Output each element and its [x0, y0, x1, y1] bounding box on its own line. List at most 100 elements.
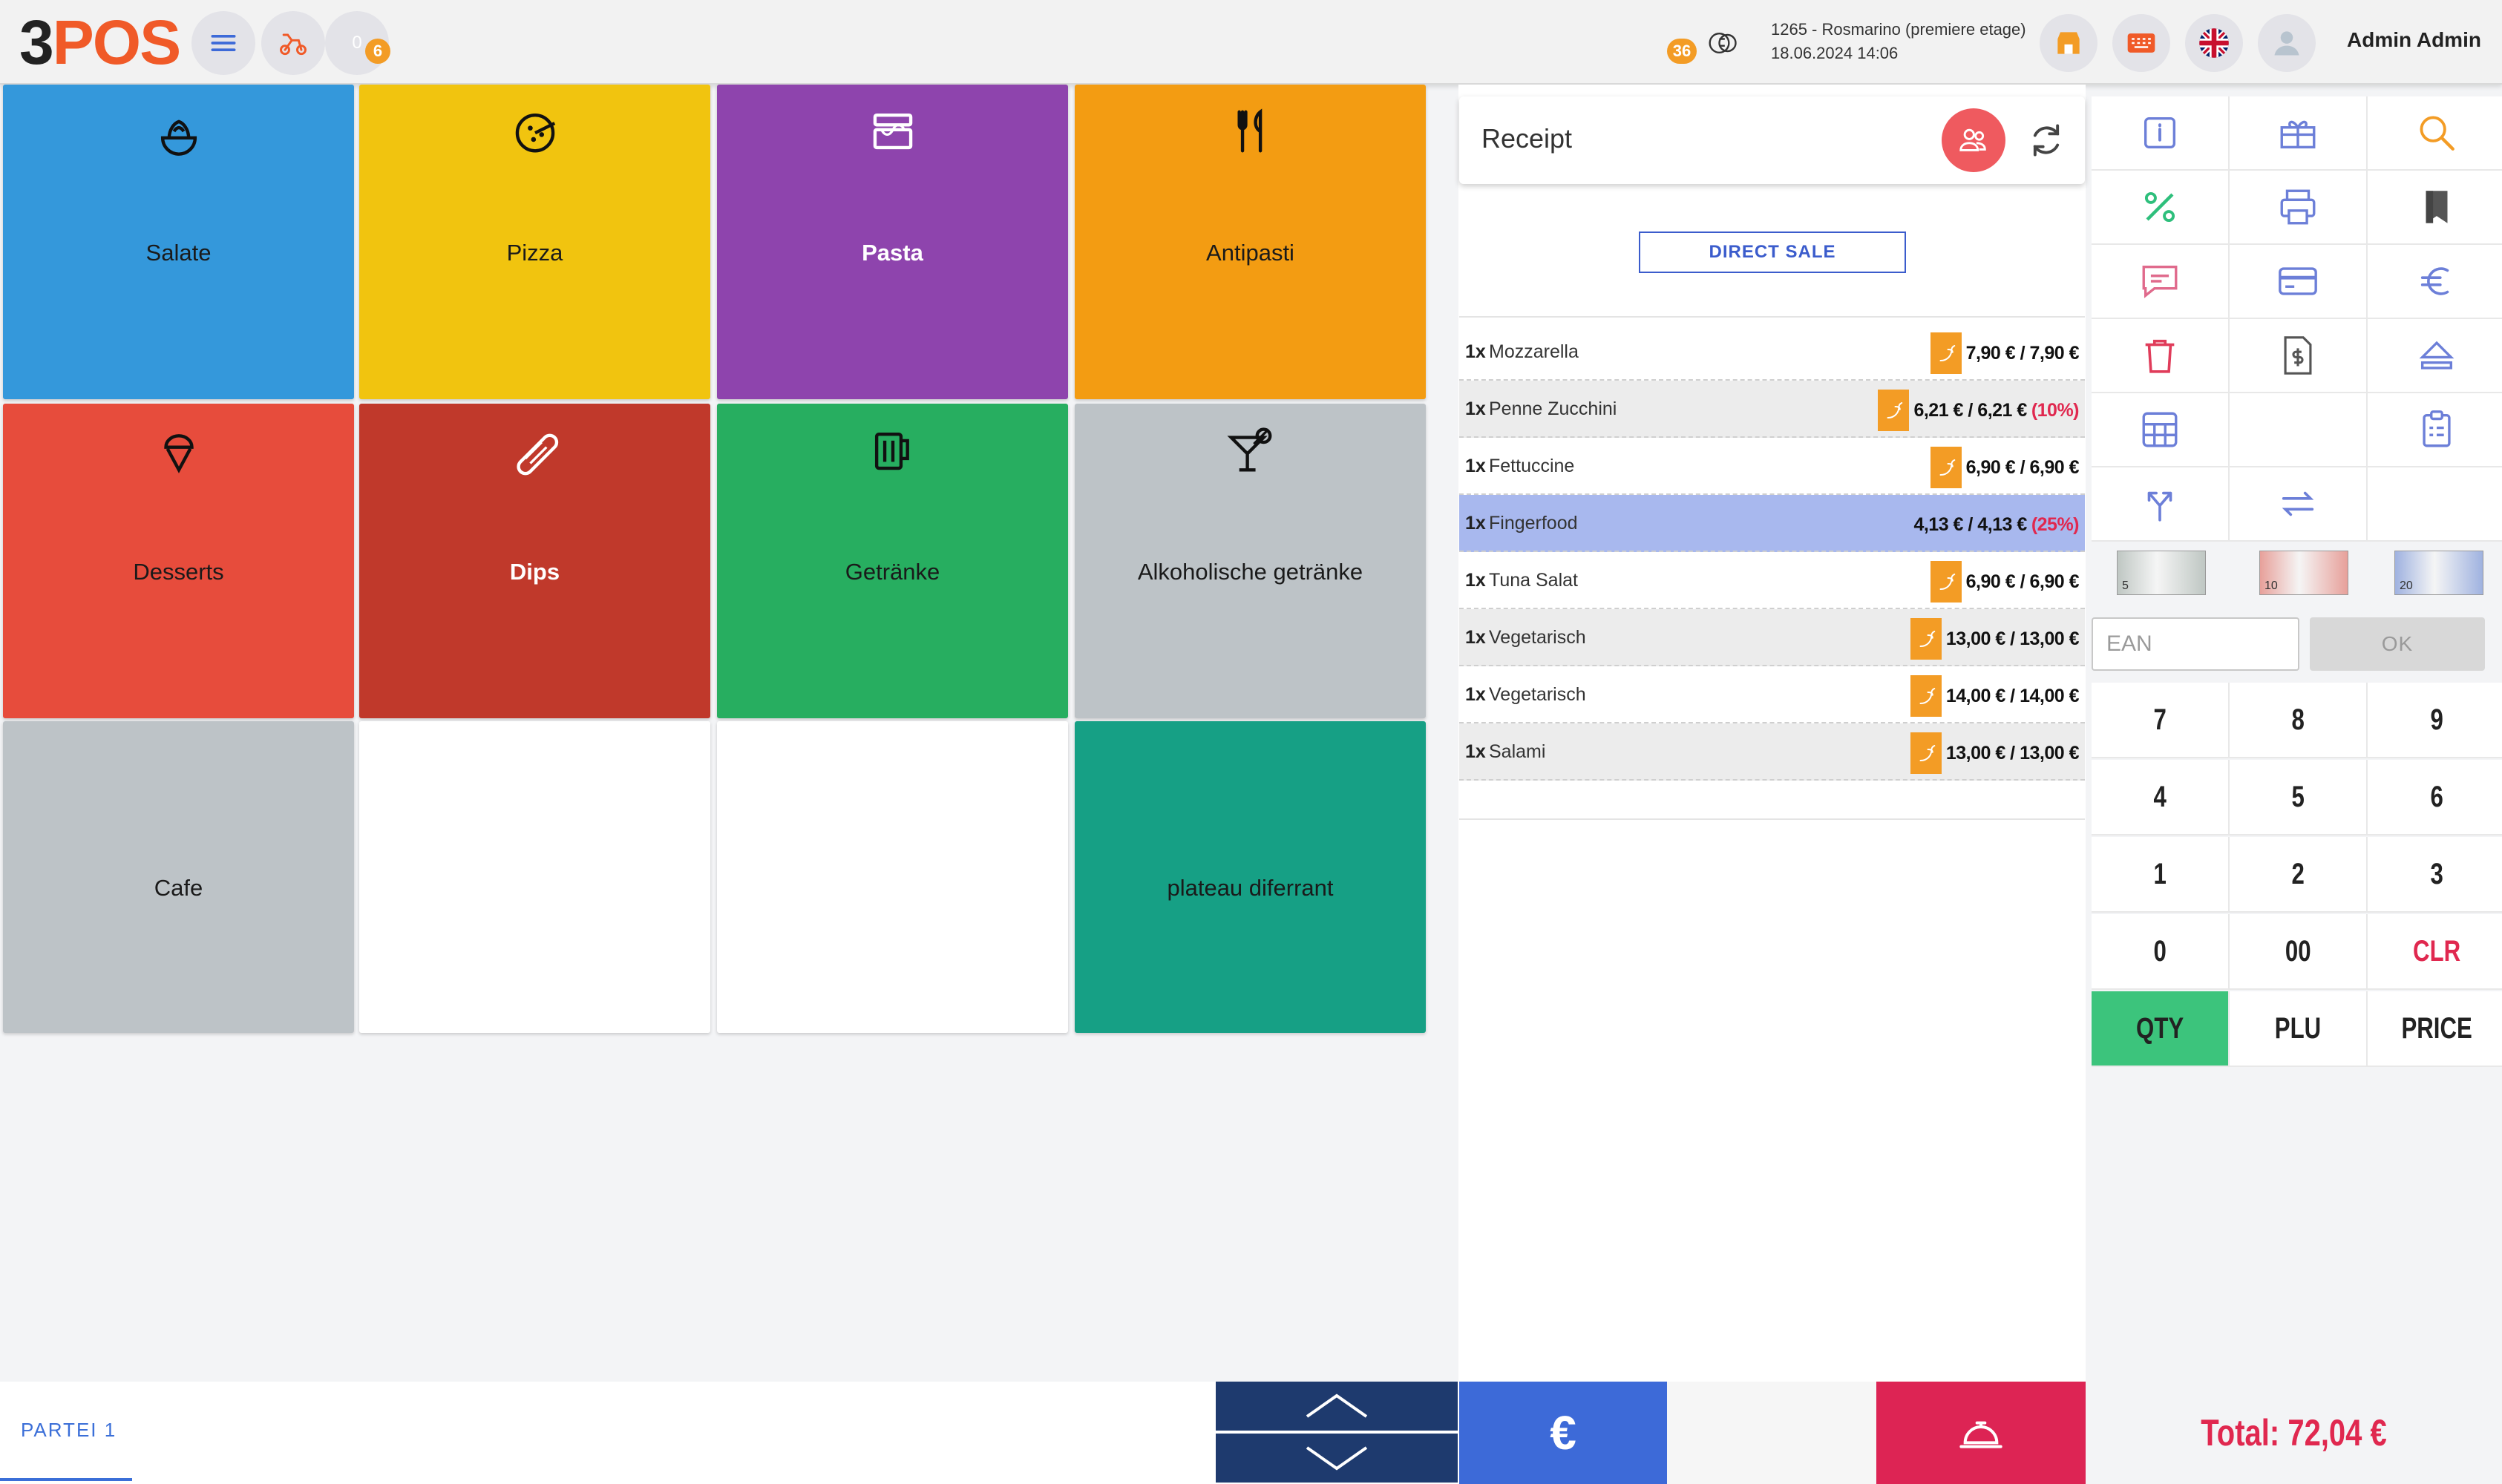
keyboard-button[interactable]: [2112, 14, 2170, 72]
cash-button[interactable]: [2368, 245, 2502, 319]
category-label: Dips: [509, 559, 560, 585]
category-tile[interactable]: Desserts: [3, 404, 354, 718]
item-name: Fingerfood: [1489, 513, 1578, 533]
item-price-value: 13,00 € / 13,00 €: [1945, 628, 2080, 649]
ean-ok-button[interactable]: OK: [2310, 617, 2485, 671]
invoice-button[interactable]: [2230, 319, 2368, 393]
print-button[interactable]: [2230, 171, 2368, 245]
category-tile[interactable]: Alkoholische getränke: [1075, 404, 1426, 718]
item-name: Tuna Salat: [1489, 570, 1578, 591]
category-tile[interactable]: Pizza: [359, 85, 710, 399]
clipboard-button[interactable]: [2368, 393, 2502, 467]
keypad-key[interactable]: 1: [2092, 837, 2230, 913]
keypad-key[interactable]: 5: [2230, 760, 2368, 835]
key-label: 3: [2430, 857, 2443, 890]
empty-action-button[interactable]: [1667, 1382, 1876, 1484]
scroll-up-button[interactable]: [1216, 1382, 1458, 1431]
location-info: 1265 - Rosmarino (premiere etage) 18.06.…: [1771, 18, 2026, 65]
receipt-item[interactable]: 1x Mozzarella 7,90 € / 7,90 €: [1459, 324, 2085, 381]
item-discount: (10%): [2031, 400, 2080, 421]
keypad-key[interactable]: 3: [2368, 837, 2502, 913]
category-tile[interactable]: Dips: [359, 404, 710, 718]
key-label: 1: [2153, 857, 2167, 890]
item-price: 6,21 € / 6,21 € (10%): [1913, 400, 2079, 421]
category-tile: [717, 721, 1068, 1033]
receipt-item[interactable]: 1x Vegetarisch 14,00 € / 14,00 €: [1459, 666, 2085, 723]
discount-button[interactable]: [2092, 171, 2230, 245]
keypad-key[interactable]: PLU: [2230, 991, 2368, 1067]
split-button[interactable]: [2092, 467, 2230, 542]
gift-button[interactable]: [2230, 96, 2368, 171]
keyboard-icon: [2127, 33, 2155, 53]
current-datetime: 18.06.2024 14:06: [1771, 44, 1899, 62]
category-tile[interactable]: Getränke: [717, 404, 1068, 718]
receipt-item[interactable]: 1x Tuna Salat 6,90 € / 6,90 €: [1459, 552, 2085, 609]
delete-button[interactable]: [2092, 319, 2230, 393]
language-button[interactable]: [2185, 14, 2243, 72]
open-drawer-button[interactable]: [2368, 319, 2502, 393]
comment-button[interactable]: [2092, 245, 2230, 319]
payment-button[interactable]: €: [1459, 1382, 1667, 1484]
transfer-button[interactable]: [2230, 467, 2368, 542]
receipt-item[interactable]: 1x Fettuccine 6,90 € / 6,90 €: [1459, 438, 2085, 495]
customer-button[interactable]: [1942, 108, 2005, 172]
keypad-key[interactable]: QTY: [2092, 991, 2230, 1067]
keypad-key[interactable]: 2: [2230, 837, 2368, 913]
category-tile[interactable]: Salate: [3, 85, 354, 399]
store-icon: [2057, 32, 2080, 54]
menu-button[interactable]: [191, 11, 255, 75]
banknote-button[interactable]: 5: [2117, 551, 2206, 595]
keypad-key[interactable]: 0: [2092, 914, 2230, 990]
receipt-item[interactable]: 1x Fingerfood 4,13 € / 4,13 € (25%): [1459, 495, 2085, 552]
search-icon: [2420, 116, 2454, 151]
keypad-key[interactable]: 4: [2092, 760, 2230, 835]
refresh-button[interactable]: [2023, 117, 2069, 163]
direct-sale-button[interactable]: DIRECT SALE: [1639, 232, 1906, 273]
search-button[interactable]: [2368, 96, 2502, 171]
category-tile[interactable]: plateau diferrant: [1075, 721, 1426, 1033]
gift-icon: [2280, 120, 2316, 149]
ean-input[interactable]: [2092, 617, 2299, 671]
banknote-button[interactable]: 20: [2394, 551, 2483, 595]
keypad-key[interactable]: PRICE: [2368, 991, 2502, 1067]
keypad-key[interactable]: 00: [2230, 914, 2368, 990]
bookmark-button[interactable]: [2368, 171, 2502, 245]
scroll-down-button[interactable]: [1216, 1434, 1458, 1483]
send-order-button[interactable]: [1876, 1382, 2086, 1484]
terminal-button[interactable]: [1695, 15, 1752, 71]
keypad-key[interactable]: CLR: [2368, 914, 2502, 990]
category-tile[interactable]: Cafe: [3, 721, 354, 1033]
item-price-value: 6,21 € / 6,21 €: [1913, 400, 2027, 421]
store-button[interactable]: [2040, 14, 2097, 72]
transfer-icon: [2282, 491, 2314, 516]
item-quantity: 1x: [1465, 341, 1486, 362]
item-quantity: 1x: [1465, 456, 1486, 476]
invoice-icon: [2284, 336, 2312, 375]
printer-icon: [2280, 189, 2316, 225]
delivery-button[interactable]: [261, 11, 325, 75]
keypad-key[interactable]: 6: [2368, 760, 2502, 835]
keypad-key[interactable]: 7: [2092, 683, 2230, 758]
info-button[interactable]: [2092, 96, 2230, 171]
category-label: Desserts: [133, 559, 224, 585]
item-name: Salami: [1489, 741, 1546, 762]
category-label: plateau diferrant: [1167, 875, 1334, 901]
card-payment-button[interactable]: [2230, 245, 2368, 319]
key-label: 4: [2153, 780, 2167, 813]
receipt-item[interactable]: 1x Penne Zucchini 6,21 € / 6,21 € (10%): [1459, 381, 2085, 438]
receipt-item[interactable]: 1x Salami 13,00 € / 13,00 €: [1459, 723, 2085, 781]
banknote-button[interactable]: 10: [2259, 551, 2348, 595]
category-tile[interactable]: Pasta: [717, 85, 1068, 399]
orders-badge: 6: [365, 39, 390, 64]
party-tab[interactable]: PARTEI 1: [21, 1419, 117, 1442]
user-avatar-button[interactable]: [2258, 14, 2316, 72]
category-tile[interactable]: Antipasti: [1075, 85, 1426, 399]
receipt-title: Receipt: [1481, 123, 1573, 154]
key-label: 6: [2430, 780, 2443, 813]
calculator-button[interactable]: [2092, 393, 2230, 467]
calculator-icon: [2142, 412, 2178, 447]
keypad-key[interactable]: 9: [2368, 683, 2502, 758]
keypad-key[interactable]: 8: [2230, 683, 2368, 758]
receipt-item[interactable]: 1x Vegetarisch 13,00 € / 13,00 €: [1459, 609, 2085, 666]
item-price: 13,00 € / 13,00 €: [1945, 628, 2080, 650]
